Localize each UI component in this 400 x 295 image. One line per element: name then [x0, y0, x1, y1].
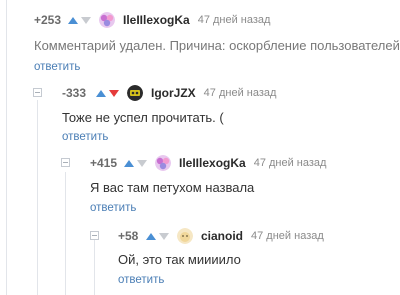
comment-header: +253 IleIIlexogKa 47 дней назад — [34, 10, 270, 30]
thread-line — [6, 0, 7, 295]
thread-line — [37, 100, 38, 295]
thread-line — [94, 240, 95, 295]
collapse-toggle-icon[interactable] — [90, 231, 99, 240]
upvote-icon[interactable] — [146, 232, 156, 240]
comment-header: +58 cianoid 47 дней назад — [118, 226, 324, 246]
username[interactable]: IleIIlexogKa — [123, 13, 190, 27]
avatar[interactable] — [99, 12, 115, 28]
comment-time[interactable]: 47 дней назад — [254, 157, 327, 169]
reply-link[interactable]: ответить — [62, 131, 108, 143]
comment-text: Ой, это так миииило — [118, 252, 241, 267]
comment-rating: -333 — [62, 86, 87, 100]
comment-rating: +415 — [90, 156, 118, 170]
upvote-icon[interactable] — [124, 159, 134, 167]
upvote-icon[interactable] — [68, 16, 78, 24]
comment-text: Я вас там петухом назвала — [90, 180, 255, 195]
comment-rating: +253 — [34, 13, 62, 27]
comment-rating: +58 — [118, 229, 139, 243]
comment-time[interactable]: 47 дней назад — [204, 87, 277, 99]
comment-header: +415 IleIIlexogKa 47 дней назад — [90, 153, 326, 173]
downvote-icon[interactable] — [81, 16, 91, 24]
username[interactable]: IleIIlexogKa — [179, 156, 246, 170]
avatar[interactable] — [177, 228, 193, 244]
reply-link[interactable]: ответить — [118, 274, 164, 286]
reply-link[interactable]: ответить — [90, 202, 136, 214]
username[interactable]: cianoid — [201, 229, 243, 243]
comment-time[interactable]: 47 дней назад — [251, 230, 324, 242]
downvote-icon[interactable] — [137, 159, 147, 167]
collapse-toggle-icon[interactable] — [33, 88, 42, 97]
upvote-icon[interactable] — [96, 89, 106, 97]
downvote-icon[interactable] — [109, 89, 119, 97]
comment-header: -333 IgorJZX 47 дней назад — [62, 83, 276, 103]
avatar[interactable] — [127, 85, 143, 101]
username[interactable]: IgorJZX — [151, 86, 196, 100]
thread-line — [65, 172, 66, 295]
reply-link[interactable]: ответить — [34, 61, 80, 73]
comment-time[interactable]: 47 дней назад — [198, 14, 271, 26]
collapse-toggle-icon[interactable] — [61, 158, 70, 167]
comment-text: Тоже не успел прочитать. ( — [62, 110, 224, 125]
avatar[interactable] — [155, 155, 171, 171]
downvote-icon[interactable] — [159, 232, 169, 240]
comment-text: Комментарий удален. Причина: оскорбление… — [34, 38, 400, 53]
